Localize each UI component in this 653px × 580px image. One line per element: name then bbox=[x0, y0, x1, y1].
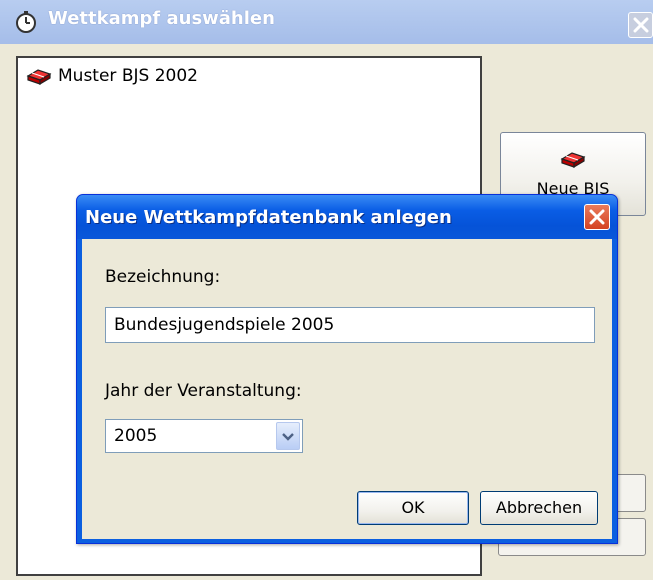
window-close-button[interactable] bbox=[628, 12, 653, 38]
new-database-dialog: Neue Wettkampfdatenbank anlegen Bezeichn… bbox=[76, 194, 618, 544]
bezeichnung-field[interactable] bbox=[105, 307, 595, 343]
stopwatch-icon bbox=[16, 11, 36, 33]
dropdown-button[interactable] bbox=[276, 422, 300, 450]
dialog-body: Bezeichnung: Jahr der Veranstaltung: 200… bbox=[82, 239, 612, 539]
list-item-label: Muster BJS 2002 bbox=[58, 66, 198, 86]
jahr-select-value: 2005 bbox=[114, 426, 158, 446]
jahr-label: Jahr der Veranstaltung: bbox=[105, 381, 302, 401]
close-icon bbox=[589, 209, 605, 225]
close-icon bbox=[633, 17, 649, 33]
dialog-title: Neue Wettkampfdatenbank anlegen bbox=[85, 207, 452, 228]
window-title-bar: Wettkampf auswählen bbox=[0, 0, 653, 44]
chevron-down-icon bbox=[282, 433, 294, 441]
cancel-button[interactable]: Abbrechen bbox=[480, 491, 598, 525]
jahr-select[interactable]: 2005 bbox=[105, 419, 303, 453]
dialog-title-bar: Neue Wettkampfdatenbank anlegen bbox=[77, 195, 617, 239]
list-item[interactable]: Muster BJS 2002 bbox=[26, 64, 198, 88]
dialog-close-button[interactable] bbox=[584, 204, 610, 230]
bezeichnung-label: Bezeichnung: bbox=[105, 267, 221, 287]
database-stack-icon bbox=[560, 152, 586, 169]
database-stack-icon bbox=[26, 69, 52, 86]
window-title: Wettkampf auswählen bbox=[48, 8, 275, 29]
ok-button[interactable]: OK bbox=[357, 491, 469, 525]
